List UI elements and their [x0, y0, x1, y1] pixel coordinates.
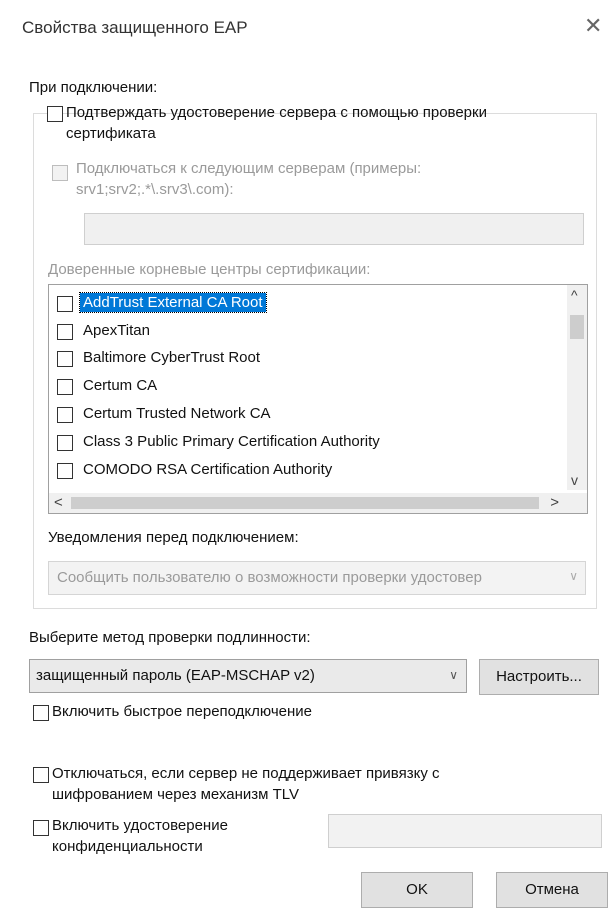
identity-privacy-checkbox[interactable] [33, 820, 49, 836]
list-item[interactable]: COMODO RSA Certification Authority [49, 458, 559, 482]
cancel-button[interactable]: Отмена [496, 872, 608, 908]
chevron-down-icon: ∨ [449, 668, 458, 682]
auth-method-heading: Выберите метод проверки подлинности: [29, 629, 311, 646]
notify-select[interactable]: Сообщить пользователю о возможности пров… [48, 561, 586, 595]
fast-reconnect-checkbox[interactable] [33, 705, 49, 721]
chevron-up-icon[interactable]: ^ [571, 287, 578, 303]
ca-label: Baltimore CyberTrust Root [83, 349, 260, 366]
tlv-checkbox[interactable] [33, 767, 49, 783]
ca-checkbox[interactable] [57, 351, 73, 367]
tlv-label: Отключаться, если сервер не поддерживает… [52, 765, 440, 782]
ca-checkbox[interactable] [57, 379, 73, 395]
list-item[interactable]: AddTrust External CA Root [49, 291, 559, 315]
chevron-down-icon: ∨ [569, 569, 578, 583]
verify-cert-label: Подтверждать удостоверение сервера с пом… [66, 104, 487, 121]
ca-label: Certum Trusted Network CA [83, 405, 271, 422]
list-item[interactable]: ApexTitan [49, 319, 559, 343]
ca-checkbox[interactable] [57, 463, 73, 479]
notify-value: Сообщить пользователю о возможности пров… [57, 569, 482, 586]
list-item[interactable]: Class 3 Public Primary Certification Aut… [49, 430, 559, 454]
chevron-down-icon[interactable]: v [571, 472, 578, 488]
ca-label: COMODO RSA Certification Authority [83, 461, 333, 478]
verify-cert-checkbox[interactable] [47, 106, 63, 122]
identity-privacy-label-line2: конфиденциальности [52, 838, 203, 855]
ok-button[interactable]: OK [361, 872, 473, 908]
fast-reconnect-label: Включить быстрое переподключение [52, 703, 312, 720]
list-item[interactable]: Certum Trusted Network CA [49, 402, 559, 426]
ca-checkbox[interactable] [57, 324, 73, 340]
tlv-label-line2: шифрованием через механизм TLV [52, 786, 300, 803]
chevron-right-icon[interactable]: > [550, 494, 559, 511]
list-item[interactable]: Baltimore CyberTrust Root [49, 346, 559, 370]
notify-heading: Уведомления перед подключением: [48, 529, 299, 546]
vertical-scrollbar[interactable]: ^ v [567, 285, 587, 490]
scroll-thumb[interactable] [71, 497, 539, 509]
auth-method-value: защищенный пароль (EAP-MSCHAP v2) [36, 667, 315, 684]
list-item[interactable]: Certum CA [49, 374, 559, 398]
on-connect-heading: При подключении: [29, 79, 158, 96]
configure-button[interactable]: Настроить... [479, 659, 599, 695]
identity-input[interactable] [328, 814, 602, 848]
ca-checkbox[interactable] [57, 435, 73, 451]
identity-privacy-label: Включить удостоверение [52, 817, 228, 834]
ca-checkbox[interactable] [57, 407, 73, 423]
chevron-left-icon[interactable]: < [54, 494, 63, 511]
servers-input[interactable] [84, 213, 584, 245]
auth-method-select[interactable]: защищенный пароль (EAP-MSCHAP v2) ∨ [29, 659, 467, 693]
ca-checkbox[interactable] [57, 296, 73, 312]
trusted-ca-list[interactable]: AddTrust External CA Root ApexTitan Balt… [48, 284, 588, 514]
connect-servers-label-line2: srv1;srv2;.*\.srv3\.com): [76, 181, 234, 198]
verify-cert-label-line2: сертификата [66, 125, 156, 142]
connect-servers-checkbox[interactable] [52, 165, 68, 181]
ca-label: Certum CA [83, 377, 158, 394]
window-title: Свойства защищенного EAP [22, 18, 248, 37]
scroll-thumb[interactable] [570, 315, 584, 339]
ca-label: Class 3 Public Primary Certification Aut… [83, 433, 380, 450]
trusted-ca-heading: Доверенные корневые центры сертификации: [48, 261, 371, 278]
connect-servers-label: Подключаться к следующим серверам (приме… [76, 160, 422, 177]
horizontal-scrollbar[interactable]: < > [49, 493, 587, 513]
ca-label: ApexTitan [83, 322, 150, 339]
close-icon[interactable]: ✕ [584, 14, 602, 38]
ca-label: AddTrust External CA Root [79, 292, 267, 313]
